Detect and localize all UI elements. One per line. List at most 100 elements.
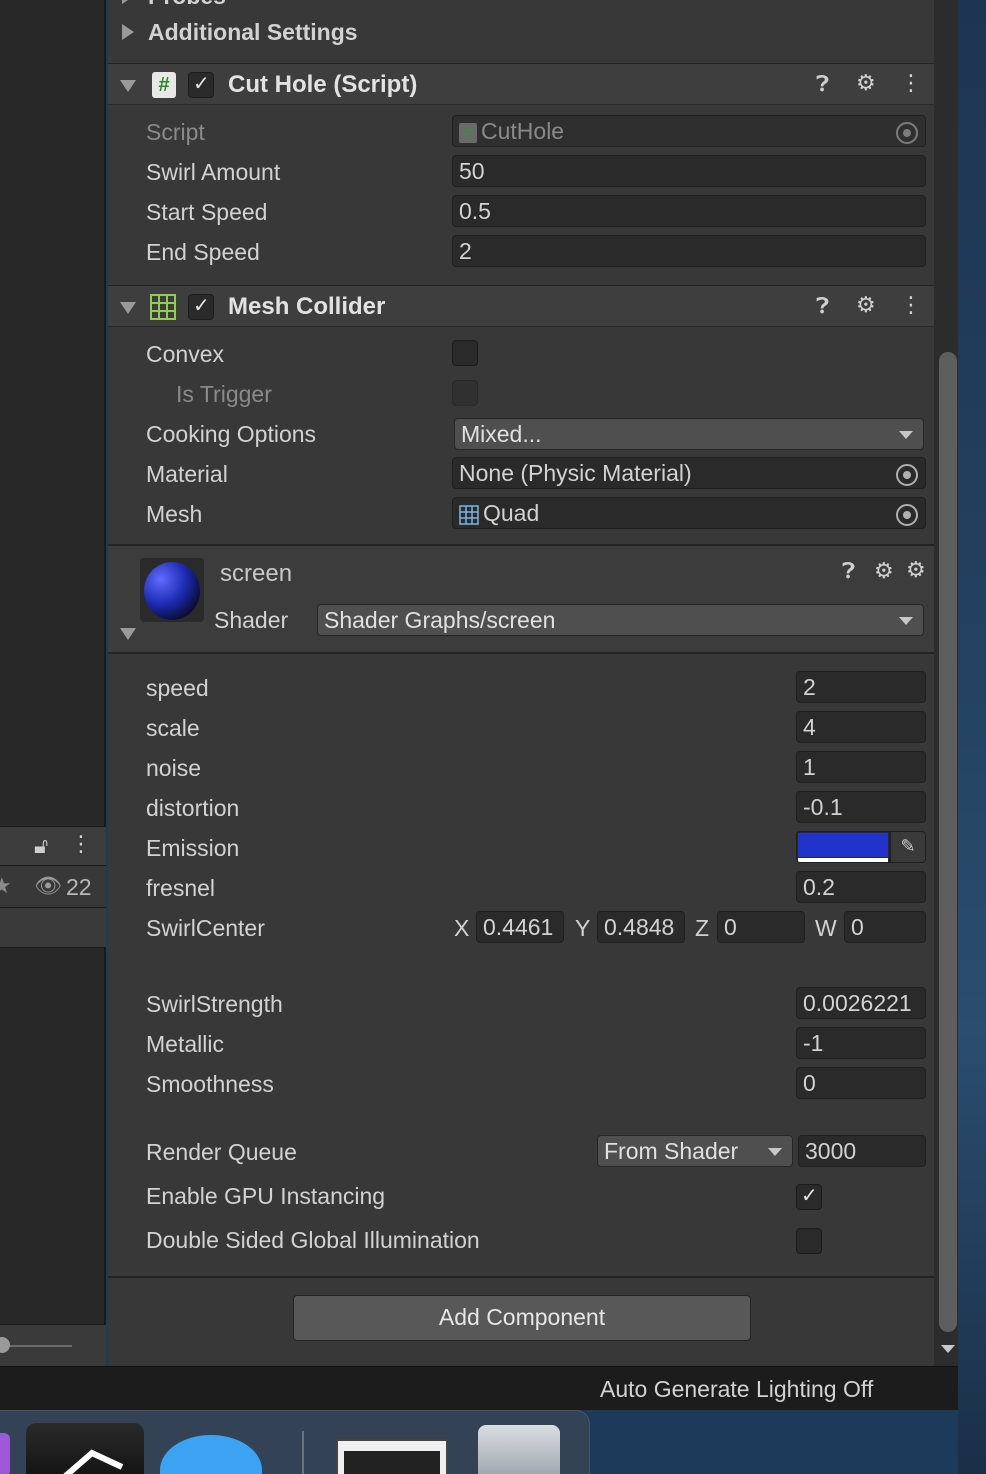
object-picker-icon[interactable] <box>896 122 918 144</box>
metallic-label: Metallic <box>146 1031 224 1057</box>
trash-icon[interactable] <box>478 1425 560 1474</box>
status-text[interactable]: Auto Generate Lighting Off <box>600 1375 873 1403</box>
end-speed-label: End Speed <box>146 239 260 265</box>
swirl-center-x-label[interactable]: X <box>454 914 469 942</box>
smoothness-label: Smoothness <box>146 1071 274 1097</box>
shader-label: Shader <box>214 607 289 633</box>
cooking-options-label: Cooking Options <box>146 421 317 447</box>
eyedropper-icon[interactable]: ✎ <box>890 831 926 863</box>
inspector-panel: Probes Additional Settings # Cut Hole (S… <box>108 0 934 1366</box>
scale-label: scale <box>146 715 200 741</box>
presets-icon[interactable]: ⚙︎ <box>856 294 876 318</box>
material-field[interactable]: None (Physic Material) <box>452 457 926 489</box>
hidden-eye-icon[interactable]: 👁︎ <box>34 875 62 899</box>
swirl-center-label: SwirlCenter <box>146 915 265 941</box>
foldout-arrow-icon[interactable] <box>122 24 134 40</box>
window-thumbnail[interactable] <box>336 1439 448 1474</box>
script-field[interactable]: # CutHole <box>452 115 926 147</box>
material-name: screen <box>220 560 293 587</box>
lock-icon[interactable]: 🔓︎ <box>34 835 48 859</box>
left-slider-bar <box>0 1324 106 1366</box>
start-speed-field[interactable]: 0.5 <box>452 195 926 227</box>
shader-dropdown[interactable]: Shader Graphs/screen <box>317 604 924 636</box>
swirl-amount-field[interactable]: 50 <box>452 155 926 187</box>
mesh-collider-enabled-checkbox[interactable] <box>188 293 214 320</box>
scale-field[interactable]: 4 <box>796 711 926 743</box>
swirl-center-x-field[interactable]: 0.4461 <box>476 911 564 943</box>
fresnel-field[interactable]: 0.2 <box>796 871 926 903</box>
mesh-collider-icon <box>150 294 176 320</box>
mesh-collider-title: Mesh Collider <box>228 293 386 320</box>
material-header: screen Shader Shader Graphs/screen ❓︎ ⚙︎… <box>108 546 934 654</box>
convex-checkbox[interactable] <box>452 340 478 366</box>
probes-label[interactable]: Probes <box>148 0 226 10</box>
dock-app-icon[interactable] <box>0 1433 10 1474</box>
gpu-instancing-checkbox[interactable] <box>796 1183 822 1210</box>
chevron-down-icon <box>768 1148 782 1156</box>
render-queue-dropdown[interactable]: From Shader <box>597 1135 793 1167</box>
object-picker-icon[interactable] <box>896 504 918 526</box>
cooking-options-dropdown[interactable]: Mixed... <box>454 418 924 450</box>
kebab-menu-icon[interactable]: ⋮ <box>900 294 922 318</box>
swirl-center-z-field[interactable]: 0 <box>717 911 805 943</box>
kebab-menu-icon[interactable]: ⋮ <box>70 833 92 857</box>
unity-logo-icon <box>63 1449 124 1474</box>
zoom-slider-handle[interactable] <box>0 1337 10 1353</box>
unity-app-icon[interactable] <box>26 1423 144 1474</box>
desktop-background <box>958 0 986 1474</box>
distortion-label: distortion <box>146 795 240 821</box>
swirl-center-z-label[interactable]: Z <box>695 914 709 942</box>
script-icon: # <box>152 72 176 98</box>
cut-hole-header[interactable]: # Cut Hole (Script) ❓︎ ⚙︎ ⋮ <box>108 63 934 105</box>
hierarchy-panel <box>0 0 106 1366</box>
zoom-slider-track[interactable] <box>0 1345 72 1347</box>
star-icon[interactable]: ★ <box>0 875 12 899</box>
swirl-center-y-field[interactable]: 0.4848 <box>597 911 685 943</box>
add-component-button[interactable]: Add Component <box>293 1295 751 1341</box>
foldout-arrow-icon[interactable] <box>120 628 136 640</box>
render-queue-label: Render Queue <box>146 1139 297 1165</box>
mesh-label: Mesh <box>146 501 203 527</box>
end-speed-field[interactable]: 2 <box>452 235 926 267</box>
swirl-center-y-label[interactable]: Y <box>575 914 590 942</box>
is-trigger-checkbox[interactable] <box>452 380 478 406</box>
speed-field[interactable]: 2 <box>796 671 926 703</box>
mesh-value: Quad <box>483 500 540 526</box>
material-preview-thumbnail[interactable] <box>140 558 204 622</box>
foldout-arrow-icon[interactable] <box>120 302 136 314</box>
help-icon[interactable]: ❓︎ <box>816 73 829 97</box>
gear-icon[interactable]: ⚙ <box>906 559 926 583</box>
scrollbar-thumb[interactable] <box>939 352 957 1332</box>
metallic-field[interactable]: -1 <box>796 1027 926 1059</box>
foldout-arrow-icon[interactable] <box>120 80 136 92</box>
smoothness-field[interactable]: 0 <box>796 1067 926 1099</box>
render-queue-mode: From Shader <box>604 1138 739 1164</box>
script-value: CutHole <box>481 118 565 144</box>
help-icon[interactable]: ❓︎ <box>816 295 829 319</box>
finder-app-icon[interactable] <box>160 1435 262 1474</box>
presets-icon[interactable]: ⚙︎ <box>856 72 876 96</box>
foldout-arrow-icon[interactable] <box>122 0 134 4</box>
cut-hole-enabled-checkbox[interactable] <box>188 71 214 98</box>
gpu-instancing-label: Enable GPU Instancing <box>146 1183 386 1209</box>
distortion-field[interactable]: -0.1 <box>796 791 926 823</box>
presets-icon[interactable]: ⚙︎ <box>874 560 894 584</box>
cut-hole-title: Cut Hole (Script) <box>228 71 418 98</box>
noise-field[interactable]: 1 <box>796 751 926 783</box>
double-sided-gi-label: Double Sided Global Illumination <box>146 1227 480 1253</box>
object-picker-icon[interactable] <box>896 464 918 486</box>
mesh-collider-header[interactable]: Mesh Collider ❓︎ ⚙︎ ⋮ <box>108 285 934 327</box>
double-sided-gi-checkbox[interactable] <box>796 1228 822 1254</box>
help-icon[interactable]: ❓︎ <box>842 560 855 584</box>
emission-color-swatch[interactable] <box>796 831 890 863</box>
mesh-icon <box>459 505 479 525</box>
render-queue-field[interactable]: 3000 <box>798 1135 926 1167</box>
mesh-field[interactable]: Quad <box>452 497 926 529</box>
swirl-center-w-field[interactable]: 0 <box>844 911 926 943</box>
kebab-menu-icon[interactable]: ⋮ <box>900 72 922 96</box>
swirl-strength-field[interactable]: 0.0026221 <box>796 987 926 1019</box>
additional-settings-foldout[interactable]: Additional Settings <box>148 18 358 46</box>
chevron-down-icon <box>899 431 913 439</box>
swirl-center-w-label[interactable]: W <box>815 914 837 942</box>
scroll-down-arrow-icon[interactable] <box>941 1345 955 1353</box>
